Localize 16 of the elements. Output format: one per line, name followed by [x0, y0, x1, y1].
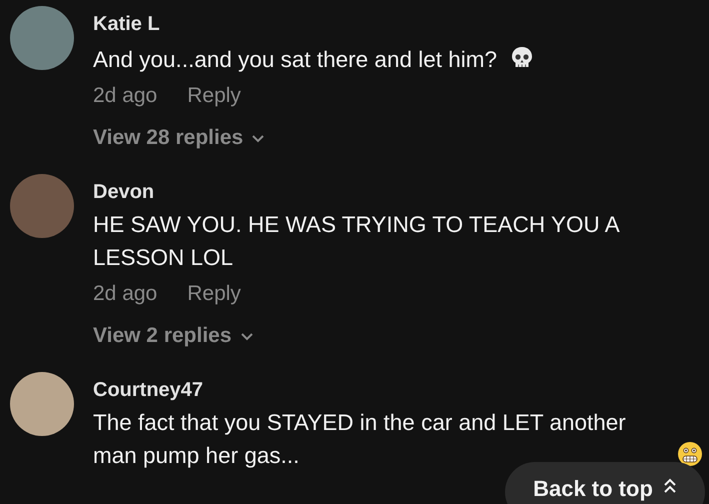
comment-time: 2d ago: [93, 83, 158, 109]
view-replies-link[interactable]: View 28 replies: [93, 124, 266, 152]
double-chevron-up-icon: [662, 478, 677, 494]
comment-author[interactable]: Courtney47: [93, 378, 703, 402]
reply-link[interactable]: Reply: [187, 82, 241, 110]
comment-text: And you...and you sat there and let him?: [93, 46, 498, 74]
comment-text: HE SAW YOU. HE WAS TRYING TO TEACH YOU A LESSON LOL: [93, 211, 620, 272]
view-replies-link[interactable]: View 2 replies: [93, 322, 254, 350]
chevron-down-icon: [251, 134, 266, 142]
comment-time: 2d ago: [93, 281, 158, 307]
chevron-down-icon: [240, 332, 254, 340]
grimacing-face-icon: [677, 441, 703, 468]
reply-link[interactable]: Reply: [187, 280, 241, 308]
comment-author[interactable]: Katie L: [93, 12, 703, 36]
back-to-top-button[interactable]: Back to top: [505, 462, 705, 504]
comment-author[interactable]: Devon: [93, 180, 703, 204]
